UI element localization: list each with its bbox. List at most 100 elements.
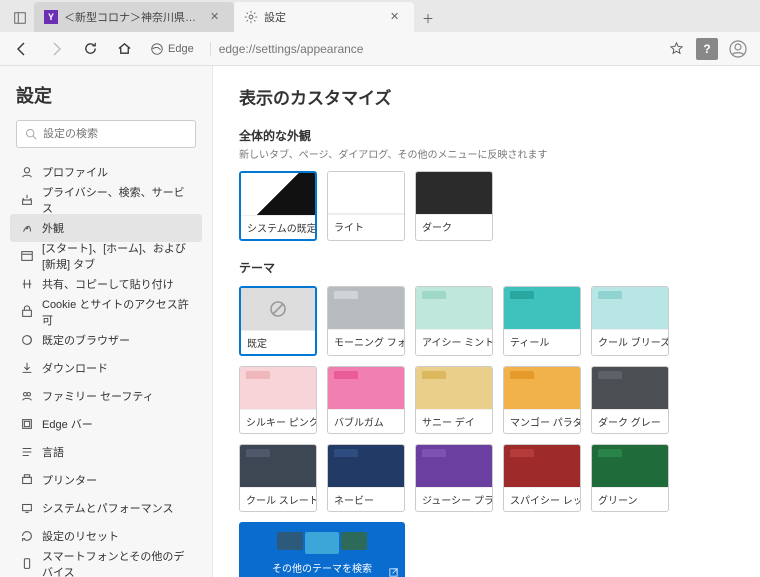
theme-label: アイシー ミント [416, 329, 492, 353]
card-label: システムの既定 [241, 215, 315, 239]
nav-icon [20, 557, 34, 571]
nav-label: ダウンロード [42, 360, 108, 376]
theme-label: ジューシー プラム [416, 487, 492, 511]
sidebar-item-8[interactable]: ファミリー セーフティ [10, 382, 202, 410]
nav-icon [20, 193, 34, 207]
nav-label: [スタート]、[ホーム]、および [新規] タブ [42, 240, 192, 272]
edge-icon [150, 42, 164, 56]
card-label: ライト [328, 214, 404, 238]
theme-card[interactable]: サニー デイ [415, 366, 493, 434]
page-title: 表示のカスタマイズ [239, 84, 734, 109]
appearance-card-dark[interactable]: ダーク [415, 171, 493, 241]
sidebar-item-0[interactable]: プロファイル [10, 158, 202, 186]
tab-settings[interactable]: 設定 ✕ [234, 2, 414, 32]
profile-button[interactable] [724, 35, 752, 63]
theme-label: バブルガム [328, 409, 404, 433]
nav-icon [20, 305, 34, 319]
more-themes-label: その他のテーマを検索 [272, 560, 372, 575]
nav-label: システムとパフォーマンス [42, 500, 173, 516]
nav-icon [20, 389, 34, 403]
sidebar-item-3[interactable]: [スタート]、[ホーム]、および [新規] タブ [10, 242, 202, 270]
sidebar-item-11[interactable]: プリンター [10, 466, 202, 494]
theme-card[interactable]: マンゴー パラダイス [503, 366, 581, 434]
forward-button [42, 35, 70, 63]
theme-card[interactable]: ダーク グレー [591, 366, 669, 434]
theme-card[interactable]: バブルガム [327, 366, 405, 434]
sidebar-item-4[interactable]: 共有、コピーして貼り付け [10, 270, 202, 298]
tab-actions-button[interactable] [6, 4, 34, 32]
theme-label: クール スレート [240, 487, 316, 511]
nav-icon [20, 361, 34, 375]
theme-card[interactable]: シルキー ピンク [239, 366, 317, 434]
settings-heading: 設定 [16, 82, 196, 108]
nav-label: プロファイル [42, 164, 108, 180]
gear-icon [244, 10, 258, 24]
tab-title: ＜新型コロナ＞神奈川県で36人の [64, 9, 204, 25]
theme-card[interactable]: グリーン [591, 444, 669, 512]
appearance-card-light[interactable]: ライト [327, 171, 405, 241]
theme-card[interactable]: 既定 [239, 286, 317, 356]
theme-label: 既定 [241, 330, 315, 354]
close-icon[interactable]: ✕ [390, 10, 404, 24]
sidebar-item-12[interactable]: システムとパフォーマンス [10, 494, 202, 522]
sidebar-item-2[interactable]: 外観 [10, 214, 202, 242]
nav-icon [20, 473, 34, 487]
sidebar-item-14[interactable]: スマートフォンとその他のデバイス [10, 550, 202, 577]
yahoo-favicon: Y [44, 10, 58, 24]
help-button[interactable]: ? [696, 38, 718, 60]
theme-card[interactable]: クール スレート [239, 444, 317, 512]
sidebar-item-5[interactable]: Cookie とサイトのアクセス許可 [10, 298, 202, 326]
theme-label: クール ブリーズ [592, 329, 668, 353]
overall-appearance-title: 全体的な外観 [239, 127, 734, 144]
theme-label: グリーン [592, 487, 668, 511]
search-input[interactable] [43, 128, 187, 140]
nav-label: スマートフォンとその他のデバイス [42, 548, 192, 577]
nav-label: プリンター [42, 472, 97, 488]
theme-label: ネービー [328, 487, 404, 511]
sidebar-item-13[interactable]: 設定のリセット [10, 522, 202, 550]
nav-icon [20, 529, 34, 543]
theme-label: サニー デイ [416, 409, 492, 433]
refresh-button[interactable] [76, 35, 104, 63]
nav-label: 外観 [42, 220, 64, 236]
sidebar-item-1[interactable]: プライバシー、検索、サービス [10, 186, 202, 214]
nav-label: 言語 [42, 444, 64, 460]
close-icon[interactable]: ✕ [210, 10, 224, 24]
nav-icon [20, 501, 34, 515]
nav-label: ファミリー セーフティ [42, 388, 154, 404]
settings-search[interactable] [16, 120, 196, 148]
theme-title: テーマ [239, 259, 734, 276]
theme-label: マンゴー パラダイス [504, 409, 580, 433]
theme-card[interactable]: ティール [503, 286, 581, 356]
theme-label: ティール [504, 329, 580, 353]
theme-card[interactable]: スパイシー レッド [503, 444, 581, 512]
nav-icon [20, 445, 34, 459]
new-tab-button[interactable]: ＋ [414, 4, 442, 32]
nav-label: Edge バー [42, 416, 93, 432]
nav-label: Cookie とサイトのアクセス許可 [42, 296, 192, 328]
theme-card[interactable]: クール ブリーズ [591, 286, 669, 356]
theme-label: モーニング フォグ [328, 329, 404, 353]
tab-yahoo-news[interactable]: Y ＜新型コロナ＞神奈川県で36人の ✕ [34, 2, 234, 32]
back-button[interactable] [8, 35, 36, 63]
theme-card[interactable]: モーニング フォグ [327, 286, 405, 356]
nav-icon [20, 417, 34, 431]
theme-card[interactable]: アイシー ミント [415, 286, 493, 356]
more-themes-button[interactable]: その他のテーマを検索 [239, 522, 405, 577]
nav-label: 共有、コピーして貼り付け [42, 276, 174, 292]
overall-appearance-sub: 新しいタブ、ページ、ダイアログ、その他のメニューに反映されます [239, 146, 734, 161]
appearance-card-system[interactable]: システムの既定 [239, 171, 317, 241]
sidebar-item-9[interactable]: Edge バー [10, 410, 202, 438]
nav-icon [20, 221, 34, 235]
sidebar-item-6[interactable]: 既定のブラウザー [10, 326, 202, 354]
theme-label: ダーク グレー [592, 409, 668, 433]
theme-card[interactable]: ジューシー プラム [415, 444, 493, 512]
address-bar[interactable]: edge://settings/appearance [210, 42, 656, 56]
tab-title: 設定 [264, 9, 384, 25]
theme-card[interactable]: ネービー [327, 444, 405, 512]
sidebar-item-7[interactable]: ダウンロード [10, 354, 202, 382]
theme-label: スパイシー レッド [504, 487, 580, 511]
sidebar-item-10[interactable]: 言語 [10, 438, 202, 466]
home-button[interactable] [110, 35, 138, 63]
favorites-button[interactable] [662, 35, 690, 63]
